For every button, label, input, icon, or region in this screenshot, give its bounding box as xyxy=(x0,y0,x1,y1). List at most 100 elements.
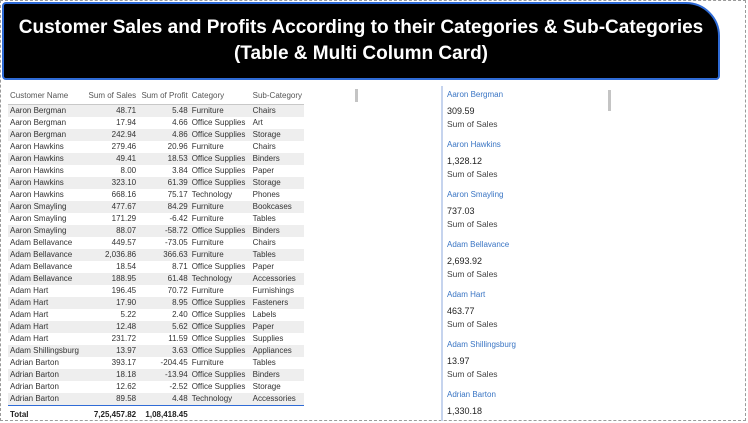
table-row[interactable]: Adam Bellavance 188.95 61.48 Technology Acce… xyxy=(8,273,304,285)
column-header-sum-of-sales[interactable]: Sum of Sales xyxy=(84,86,139,105)
table-row[interactable]: Aaron Hawkins 668.16 75.17 Technology Phones xyxy=(8,189,304,201)
table-row[interactable]: Adam Hart 5.22 2.40 Office Supplies Labels xyxy=(8,309,304,321)
table-row[interactable]: Adrian Barton 12.62 -2.52 Office Supplies St… xyxy=(8,381,304,393)
table-row[interactable]: Adam Hart 231.72 11.59 Office Supplies Suppl… xyxy=(8,333,304,345)
table-row[interactable]: Adrian Barton 393.17 -204.45 Furniture Table… xyxy=(8,357,304,369)
customer-card[interactable]: Adam Bellavance 2,693.92 Sum of Sales xyxy=(441,236,601,286)
cell-sum-of-profit: 8.71 xyxy=(172,262,188,271)
cell-customer-name: Aaron Hawkins xyxy=(10,166,64,175)
customer-card[interactable]: Aaron Smayling 737.03 Sum of Sales xyxy=(441,186,601,236)
multi-row-card-visual[interactable]: Aaron Bergman 309.59 Sum of Sales Aaron Haw… xyxy=(441,86,601,421)
cell-sub-category: Paper xyxy=(250,321,304,333)
cell-customer-name: Adam Shillingsburg xyxy=(8,345,85,357)
total-sum-of-profit: 1,08,418.45 xyxy=(138,405,190,422)
cell-customer-name: Adam Hart xyxy=(8,297,85,309)
cell-sum-of-profit: 11.59 xyxy=(168,334,188,343)
cell-category: Furniture xyxy=(191,286,224,295)
cell-sum-of-profit: -13.94 xyxy=(138,369,190,381)
cell-sum-of-profit: -204.45 xyxy=(160,358,188,367)
table-body: Aaron Bergman 48.71 5.48 Furniture Chairs Aar… xyxy=(8,104,304,406)
cell-category: Office Supplies xyxy=(191,310,246,319)
table-row[interactable]: Adrian Barton 18.18 -13.94 Office Supplies B… xyxy=(8,369,304,381)
sales-table-visual[interactable]: Customer Name Sum of Sales Sum of Profit… xyxy=(8,86,304,422)
cell-sum-of-profit: 2.40 xyxy=(172,310,188,319)
cell-customer-name: Adrian Barton xyxy=(8,369,85,381)
report-title-line-2: (Table & Multi Column Card) xyxy=(233,43,489,64)
cell-customer-name: Adam Bellavance xyxy=(10,262,73,271)
cell-sum-of-profit: 5.48 xyxy=(138,104,190,117)
table-row[interactable]: Aaron Bergman 242.94 4.86 Office Supplies St… xyxy=(8,129,304,141)
cell-sum-of-profit: 8.95 xyxy=(138,297,190,309)
cell-sub-category: Appliances xyxy=(250,345,304,357)
column-header-sub-category[interactable]: Sub-Category xyxy=(250,86,304,105)
table-scrollbar-thumb[interactable] xyxy=(355,89,358,102)
cell-sub-category: Bookcases xyxy=(250,201,304,213)
table-row[interactable]: Aaron Bergman 17.94 4.66 Office Supplies Art xyxy=(8,117,304,129)
table-row[interactable]: Adam Hart 17.90 8.95 Office Supplies Fastene… xyxy=(8,297,304,309)
card-measure-label: Sum of Sales xyxy=(447,369,498,379)
table-row[interactable]: Aaron Hawkins 49.41 18.53 Office Supplies Bi… xyxy=(8,153,304,165)
cell-sum-of-profit: 61.48 xyxy=(138,273,190,285)
cell-customer-name: Aaron Bergman xyxy=(10,118,67,127)
cell-customer-name: Aaron Smayling xyxy=(10,214,67,223)
table-row[interactable]: Aaron Hawkins 8.00 3.84 Office Supplies Pape… xyxy=(8,165,304,177)
table-row[interactable]: Aaron Smayling 477.67 84.29 Furniture Bookca… xyxy=(8,201,304,213)
table-row[interactable]: Adam Shillingsburg 13.97 3.63 Office Suppli… xyxy=(8,345,304,357)
cell-sum-of-profit: 18.53 xyxy=(138,153,190,165)
card-measure-label: Sum of Sales xyxy=(447,319,498,329)
cell-sum-of-profit: 3.63 xyxy=(138,345,190,357)
table-row[interactable]: Aaron Smayling 171.29 -6.42 Furniture Tables xyxy=(8,213,304,225)
cell-customer-name: Adam Hart xyxy=(8,321,85,333)
cell-sum-of-profit: -58.72 xyxy=(138,225,190,237)
table-row[interactable]: Adam Hart 196.45 70.72 Furniture Furnishings xyxy=(8,285,304,297)
card-scrollbar-thumb[interactable] xyxy=(608,90,611,111)
cell-category: Office Supplies xyxy=(189,129,251,141)
card-sales-value: 2,693.92 xyxy=(447,256,483,266)
cell-category: Office Supplies xyxy=(189,153,251,165)
table-row[interactable]: Adrian Barton 89.58 4.48 Technology Accessor… xyxy=(8,393,304,406)
cell-sum-of-sales: 188.95 xyxy=(84,273,139,285)
customer-card[interactable]: Adam Hart 463.77 Sum of Sales xyxy=(441,286,601,336)
cell-sum-of-sales: 17.94 xyxy=(116,118,137,127)
cell-sum-of-sales: 88.07 xyxy=(84,225,139,237)
cell-customer-name: Aaron Hawkins xyxy=(10,142,64,151)
cell-sum-of-sales: 13.97 xyxy=(84,345,139,357)
cell-category: Office Supplies xyxy=(191,262,246,271)
customer-card[interactable]: Aaron Bergman 309.59 Sum of Sales xyxy=(441,86,601,136)
card-measure-label: Sum of Sales xyxy=(447,418,601,421)
table-total-row: Total 7,25,457.82 1,08,418.45 xyxy=(8,405,304,422)
table-row[interactable]: Adam Hart 12.48 5.62 Office Supplies Paper xyxy=(8,321,304,333)
card-customer-name: Adam Bellavance xyxy=(447,240,510,249)
cell-customer-name: Adam Hart xyxy=(10,286,49,295)
customer-card[interactable]: Adam Shillingsburg 13.97 Sum of Sales xyxy=(441,336,601,386)
cell-sub-category: Paper xyxy=(252,166,274,175)
cell-sum-of-sales: 323.10 xyxy=(84,177,139,189)
cell-sub-category: Chairs xyxy=(252,238,276,247)
cell-sub-category: Accessories xyxy=(250,273,304,285)
card-measure-label: Sum of Sales xyxy=(447,269,498,279)
table-row[interactable]: Adam Bellavance 18.54 8.71 Office Supplies P… xyxy=(8,261,304,273)
table-row[interactable]: Adam Bellavance 2,036.86 366.63 Furniture Ta… xyxy=(8,249,304,261)
total-label: Total xyxy=(8,405,85,422)
cell-category: Office Supplies xyxy=(189,177,251,189)
column-header-sum-of-profit[interactable]: Sum of Profit xyxy=(138,86,190,105)
table-row[interactable]: Adam Bellavance 449.57 -73.05 Furniture Chai… xyxy=(8,237,304,249)
cell-customer-name: Aaron Smayling xyxy=(8,201,85,213)
card-customer-name: Aaron Smayling xyxy=(447,190,504,199)
table-row[interactable]: Aaron Hawkins 323.10 61.39 Office Supplies S… xyxy=(8,177,304,189)
customer-card[interactable]: Aaron Hawkins 1,328.12 Sum of Sales xyxy=(441,136,601,186)
cell-category: Furniture xyxy=(189,201,251,213)
table-row[interactable]: Aaron Smayling 88.07 -58.72 Office Supplies… xyxy=(8,225,304,237)
card-customer-name: Adam Shillingsburg xyxy=(447,340,516,349)
cell-customer-name: Aaron Hawkins xyxy=(8,153,85,165)
cell-category: Office Supplies xyxy=(191,118,246,127)
cell-sum-of-profit: -6.42 xyxy=(169,214,188,223)
column-header-customer-name[interactable]: Customer Name xyxy=(8,86,85,105)
table-row[interactable]: Aaron Bergman 48.71 5.48 Furniture Chairs xyxy=(8,104,304,117)
cell-sub-category: Chairs xyxy=(252,142,276,151)
table-row[interactable]: Aaron Hawkins 279.46 20.96 Furniture Chairs xyxy=(8,141,304,153)
column-header-category[interactable]: Category xyxy=(189,86,251,105)
cell-customer-name: Adam Bellavance xyxy=(10,238,73,247)
customer-card[interactable]: Adrian Barton 1,330.18 Sum of Sales xyxy=(441,386,601,421)
cell-sum-of-profit: 4.86 xyxy=(138,129,190,141)
